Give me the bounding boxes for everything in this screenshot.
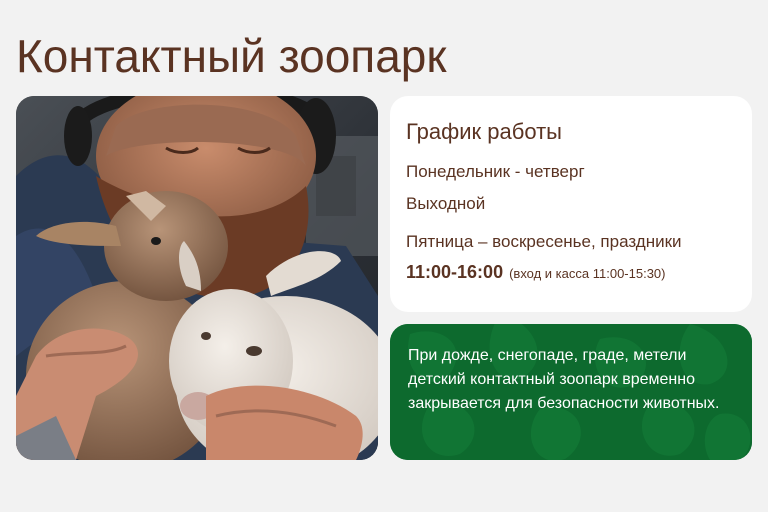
weather-notice-card: При дожде, снегопаде, граде, метели детс… <box>390 324 752 460</box>
weekend-hours: 11:00-16:00 <box>406 262 504 282</box>
weather-notice-text: При дожде, снегопаде, граде, метели детс… <box>408 347 720 412</box>
schedule-title: График работы <box>406 119 562 144</box>
weekend-hours-note: (вход и касса 11:00-15:30) <box>509 266 666 281</box>
page-title: Контактный зоопарк <box>16 30 447 82</box>
weekday-label: Понедельник - четверг <box>406 162 585 181</box>
schedule-card: График работы Понедельник - четверг Выхо… <box>390 96 752 312</box>
weekend-label: Пятница – воскресенье, праздники <box>406 232 682 251</box>
weekday-status: Выходной <box>406 194 486 213</box>
goats-photo <box>16 96 378 460</box>
weekend-hours-line: 11:00-16:00 (вход и касса 11:00-15:30) <box>406 260 736 286</box>
